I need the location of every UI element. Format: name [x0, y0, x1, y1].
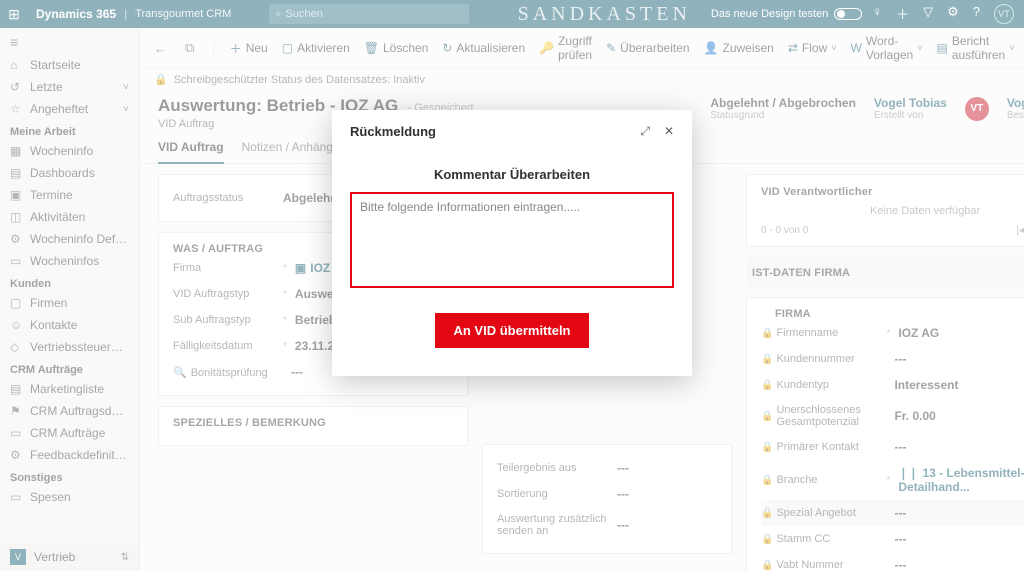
modal-subtitle: Kommentar Überarbeiten — [350, 167, 674, 182]
popout-icon[interactable]: ⤢ — [640, 124, 650, 139]
modal-backdrop: Rückmeldung ⤢ ✕ Kommentar Überarbeiten A… — [0, 0, 1024, 571]
submit-button[interactable]: An VID übermitteln — [435, 313, 588, 348]
modal-title: Rückmeldung — [350, 124, 436, 139]
close-icon[interactable]: ✕ — [664, 124, 674, 139]
feedback-modal: Rückmeldung ⤢ ✕ Kommentar Überarbeiten A… — [332, 110, 692, 376]
comment-textarea[interactable] — [350, 192, 674, 288]
